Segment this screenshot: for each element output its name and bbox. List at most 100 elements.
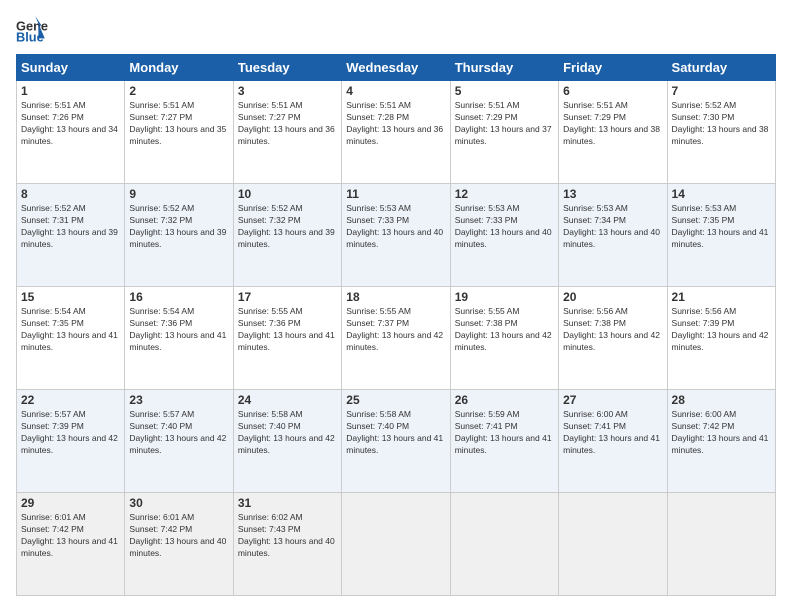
calendar-cell: 19 Sunrise: 5:55 AM Sunset: 7:38 PM Dayl…: [450, 287, 558, 390]
day-number: 4: [346, 84, 445, 98]
day-number: 15: [21, 290, 120, 304]
day-number: 1: [21, 84, 120, 98]
calendar-week-row: 1 Sunrise: 5:51 AM Sunset: 7:26 PM Dayli…: [17, 81, 776, 184]
day-number: 23: [129, 393, 228, 407]
logo-icon: General Blue: [16, 16, 48, 44]
calendar-week-row: 8 Sunrise: 5:52 AM Sunset: 7:31 PM Dayli…: [17, 184, 776, 287]
calendar-cell: 27 Sunrise: 6:00 AM Sunset: 7:41 PM Dayl…: [559, 390, 667, 493]
calendar-cell: 29 Sunrise: 6:01 AM Sunset: 7:42 PM Dayl…: [17, 493, 125, 596]
calendar-cell: 6 Sunrise: 5:51 AM Sunset: 7:29 PM Dayli…: [559, 81, 667, 184]
day-number: 27: [563, 393, 662, 407]
day-number: 13: [563, 187, 662, 201]
day-info: Sunrise: 6:01 AM Sunset: 7:42 PM Dayligh…: [21, 512, 120, 560]
day-info: Sunrise: 5:55 AM Sunset: 7:36 PM Dayligh…: [238, 306, 337, 354]
weekday-header: Wednesday: [342, 55, 450, 81]
day-info: Sunrise: 5:52 AM Sunset: 7:31 PM Dayligh…: [21, 203, 120, 251]
day-number: 29: [21, 496, 120, 510]
weekday-header: Sunday: [17, 55, 125, 81]
calendar-week-row: 15 Sunrise: 5:54 AM Sunset: 7:35 PM Dayl…: [17, 287, 776, 390]
day-info: Sunrise: 5:58 AM Sunset: 7:40 PM Dayligh…: [346, 409, 445, 457]
calendar-cell: 8 Sunrise: 5:52 AM Sunset: 7:31 PM Dayli…: [17, 184, 125, 287]
calendar-cell: [342, 493, 450, 596]
day-number: 7: [672, 84, 771, 98]
day-number: 8: [21, 187, 120, 201]
day-info: Sunrise: 5:59 AM Sunset: 7:41 PM Dayligh…: [455, 409, 554, 457]
day-number: 17: [238, 290, 337, 304]
weekday-header: Thursday: [450, 55, 558, 81]
day-number: 24: [238, 393, 337, 407]
day-number: 3: [238, 84, 337, 98]
weekday-header: Friday: [559, 55, 667, 81]
calendar-cell: 31 Sunrise: 6:02 AM Sunset: 7:43 PM Dayl…: [233, 493, 341, 596]
day-info: Sunrise: 5:53 AM Sunset: 7:33 PM Dayligh…: [455, 203, 554, 251]
day-info: Sunrise: 5:55 AM Sunset: 7:38 PM Dayligh…: [455, 306, 554, 354]
logo: General Blue: [16, 16, 52, 44]
calendar-cell: 13 Sunrise: 5:53 AM Sunset: 7:34 PM Dayl…: [559, 184, 667, 287]
calendar-cell: 23 Sunrise: 5:57 AM Sunset: 7:40 PM Dayl…: [125, 390, 233, 493]
calendar-cell: 11 Sunrise: 5:53 AM Sunset: 7:33 PM Dayl…: [342, 184, 450, 287]
day-info: Sunrise: 5:56 AM Sunset: 7:38 PM Dayligh…: [563, 306, 662, 354]
day-number: 16: [129, 290, 228, 304]
calendar-cell: 9 Sunrise: 5:52 AM Sunset: 7:32 PM Dayli…: [125, 184, 233, 287]
header: General Blue: [16, 16, 776, 44]
day-number: 31: [238, 496, 337, 510]
day-number: 5: [455, 84, 554, 98]
day-info: Sunrise: 5:58 AM Sunset: 7:40 PM Dayligh…: [238, 409, 337, 457]
calendar-cell: 24 Sunrise: 5:58 AM Sunset: 7:40 PM Dayl…: [233, 390, 341, 493]
calendar-cell: 17 Sunrise: 5:55 AM Sunset: 7:36 PM Dayl…: [233, 287, 341, 390]
day-number: 28: [672, 393, 771, 407]
calendar-cell: 30 Sunrise: 6:01 AM Sunset: 7:42 PM Dayl…: [125, 493, 233, 596]
calendar-cell: 2 Sunrise: 5:51 AM Sunset: 7:27 PM Dayli…: [125, 81, 233, 184]
calendar-cell: 26 Sunrise: 5:59 AM Sunset: 7:41 PM Dayl…: [450, 390, 558, 493]
day-number: 20: [563, 290, 662, 304]
calendar-cell: 10 Sunrise: 5:52 AM Sunset: 7:32 PM Dayl…: [233, 184, 341, 287]
calendar-cell: 5 Sunrise: 5:51 AM Sunset: 7:29 PM Dayli…: [450, 81, 558, 184]
day-info: Sunrise: 5:51 AM Sunset: 7:27 PM Dayligh…: [129, 100, 228, 148]
day-info: Sunrise: 5:52 AM Sunset: 7:30 PM Dayligh…: [672, 100, 771, 148]
day-info: Sunrise: 6:00 AM Sunset: 7:42 PM Dayligh…: [672, 409, 771, 457]
calendar-cell: [450, 493, 558, 596]
day-number: 6: [563, 84, 662, 98]
day-info: Sunrise: 5:54 AM Sunset: 7:36 PM Dayligh…: [129, 306, 228, 354]
calendar-cell: 20 Sunrise: 5:56 AM Sunset: 7:38 PM Dayl…: [559, 287, 667, 390]
day-info: Sunrise: 5:51 AM Sunset: 7:27 PM Dayligh…: [238, 100, 337, 148]
day-number: 2: [129, 84, 228, 98]
day-info: Sunrise: 5:51 AM Sunset: 7:29 PM Dayligh…: [563, 100, 662, 148]
calendar-cell: 4 Sunrise: 5:51 AM Sunset: 7:28 PM Dayli…: [342, 81, 450, 184]
calendar-week-row: 29 Sunrise: 6:01 AM Sunset: 7:42 PM Dayl…: [17, 493, 776, 596]
day-number: 30: [129, 496, 228, 510]
page: General Blue SundayMondayTuesdayWednesda…: [0, 0, 792, 612]
day-number: 12: [455, 187, 554, 201]
day-number: 9: [129, 187, 228, 201]
day-info: Sunrise: 5:53 AM Sunset: 7:34 PM Dayligh…: [563, 203, 662, 251]
calendar-cell: 21 Sunrise: 5:56 AM Sunset: 7:39 PM Dayl…: [667, 287, 775, 390]
weekday-header: Monday: [125, 55, 233, 81]
day-number: 14: [672, 187, 771, 201]
day-info: Sunrise: 5:54 AM Sunset: 7:35 PM Dayligh…: [21, 306, 120, 354]
calendar-cell: 25 Sunrise: 5:58 AM Sunset: 7:40 PM Dayl…: [342, 390, 450, 493]
calendar-cell: 22 Sunrise: 5:57 AM Sunset: 7:39 PM Dayl…: [17, 390, 125, 493]
calendar-cell: 1 Sunrise: 5:51 AM Sunset: 7:26 PM Dayli…: [17, 81, 125, 184]
day-number: 22: [21, 393, 120, 407]
calendar-cell: 3 Sunrise: 5:51 AM Sunset: 7:27 PM Dayli…: [233, 81, 341, 184]
day-info: Sunrise: 5:52 AM Sunset: 7:32 PM Dayligh…: [129, 203, 228, 251]
calendar-cell: 18 Sunrise: 5:55 AM Sunset: 7:37 PM Dayl…: [342, 287, 450, 390]
calendar-cell: 16 Sunrise: 5:54 AM Sunset: 7:36 PM Dayl…: [125, 287, 233, 390]
day-number: 18: [346, 290, 445, 304]
calendar-week-row: 22 Sunrise: 5:57 AM Sunset: 7:39 PM Dayl…: [17, 390, 776, 493]
day-number: 19: [455, 290, 554, 304]
day-number: 25: [346, 393, 445, 407]
weekday-header: Tuesday: [233, 55, 341, 81]
day-info: Sunrise: 6:00 AM Sunset: 7:41 PM Dayligh…: [563, 409, 662, 457]
day-info: Sunrise: 5:53 AM Sunset: 7:33 PM Dayligh…: [346, 203, 445, 251]
day-number: 26: [455, 393, 554, 407]
calendar-cell: 14 Sunrise: 5:53 AM Sunset: 7:35 PM Dayl…: [667, 184, 775, 287]
day-info: Sunrise: 6:01 AM Sunset: 7:42 PM Dayligh…: [129, 512, 228, 560]
calendar-cell: [559, 493, 667, 596]
weekday-header: Saturday: [667, 55, 775, 81]
day-info: Sunrise: 5:57 AM Sunset: 7:40 PM Dayligh…: [129, 409, 228, 457]
calendar-cell: 15 Sunrise: 5:54 AM Sunset: 7:35 PM Dayl…: [17, 287, 125, 390]
calendar-cell: 7 Sunrise: 5:52 AM Sunset: 7:30 PM Dayli…: [667, 81, 775, 184]
day-info: Sunrise: 5:53 AM Sunset: 7:35 PM Dayligh…: [672, 203, 771, 251]
calendar-cell: 28 Sunrise: 6:00 AM Sunset: 7:42 PM Dayl…: [667, 390, 775, 493]
